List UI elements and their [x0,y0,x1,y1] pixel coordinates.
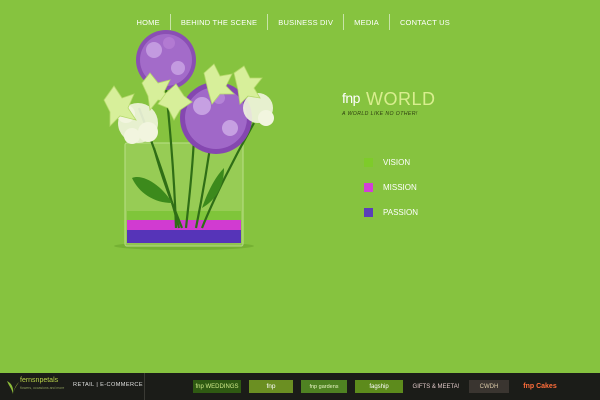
partner-gifts-meeta[interactable]: GIFTS & MEETA! [411,380,461,393]
partner-fnp[interactable]: fnp [249,380,293,393]
nav-behind-the-scene[interactable]: BEHIND THE SCENE [171,18,267,27]
value-item-mission[interactable]: MISSION [364,175,418,200]
nav-business-div[interactable]: BUSINESS DIV [268,18,343,27]
flower-vase-image [103,30,274,250]
mission-color-swatch [364,183,373,192]
partner-label: fagship [369,383,389,390]
nav-media[interactable]: MEDIA [344,18,389,27]
partner-label: fnp WEDDINGS [195,383,239,390]
value-item-vision[interactable]: VISION [364,150,418,175]
partner-fnp-cakes[interactable]: fnp Cakes [517,380,563,393]
partner-fnp-gardens[interactable]: fnp gardens [301,380,347,393]
retail-ecommerce-label: RETAIL | E-COMMERCE [73,382,143,388]
footer-bar: fernsnpetals flowers, occasions and more… [0,373,600,400]
fernsnpetals-name: fernsnpetals [20,377,59,384]
passion-color-swatch [364,208,373,217]
partner-label: fnp Cakes [523,383,557,390]
brand-fnp-text: fnp [342,90,360,106]
value-item-passion[interactable]: PASSION [364,200,418,225]
partner-label: fnp gardens [309,383,339,390]
fnp-world-logo: fnp WORLD A WORLD LIKE NO OTHER! [342,89,452,125]
value-label: VISION [383,158,411,167]
partner-cwdh[interactable]: CWDH [469,380,509,393]
nav-home[interactable]: HOME [127,18,170,27]
fernsnpetals-brand[interactable]: fernsnpetals flowers, occasions and more… [0,373,145,400]
partner-fagship[interactable]: fagship [355,380,403,393]
partner-label: CWDH [479,383,499,390]
brand-world-text: WORLD [366,89,436,109]
brand-tagline: A WORLD LIKE NO OTHER! [342,111,418,117]
value-label: PASSION [383,208,418,217]
value-label: MISSION [383,183,417,192]
values-list: VISION MISSION PASSION [364,150,418,225]
vision-color-swatch [364,158,373,167]
partner-label: GIFTS & MEETA! [412,383,460,390]
nav-contact-us[interactable]: CONTACT US [390,18,460,27]
page: HOME BEHIND THE SCENE BUSINESS DIV MEDIA… [0,0,600,400]
partner-fnp-weddings[interactable]: fnp WEDDINGS [193,380,241,393]
fern-leaf-icon [7,381,19,394]
fernsnpetals-subtitle: flowers, occasions and more [20,386,65,390]
partner-label: fnp [266,383,276,390]
